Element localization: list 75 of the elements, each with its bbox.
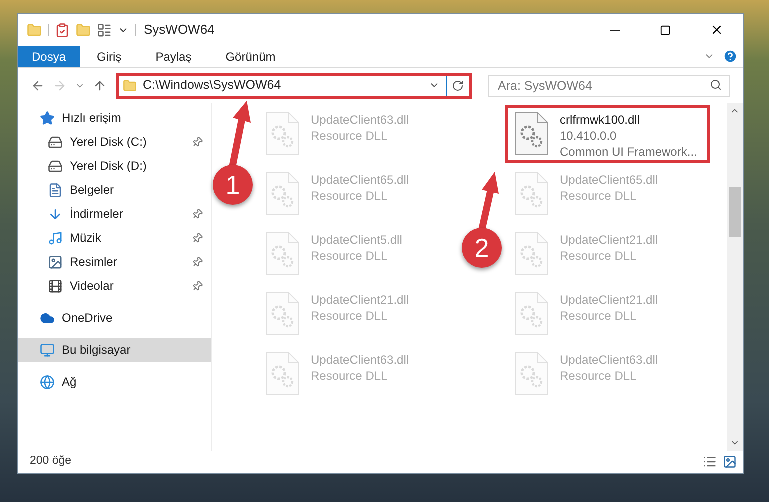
maximize-icon (660, 24, 671, 36)
monitor-icon (40, 342, 55, 358)
file-description: Resource DLL (311, 248, 389, 264)
cloud-icon (40, 310, 55, 326)
window-title: SysWOW64 (144, 21, 215, 40)
properties-icon[interactable] (97, 22, 112, 38)
file-name: UpdateClient21.dll (311, 292, 410, 308)
file-name: UpdateClient5.dll (311, 232, 402, 248)
settings-file-icon (265, 232, 301, 276)
nav-item[interactable]: Videolar (18, 274, 211, 298)
file-description: Resource DLL (311, 188, 389, 204)
music-icon (48, 230, 63, 246)
file-tile[interactable]: crlfrmwk100.dll 10.410.0.0 Common UI Framework... (505, 105, 710, 163)
settings-file-icon (514, 112, 550, 156)
up-icon[interactable] (93, 78, 107, 92)
nav-item[interactable]: Hızlı erişim (18, 106, 211, 130)
nav-item[interactable]: İndirmeler (18, 202, 211, 226)
tiles-view-icon[interactable] (723, 455, 737, 469)
nav-item[interactable]: Belgeler (18, 178, 211, 202)
file-name: UpdateClient21.dll (560, 232, 658, 248)
download-icon (48, 206, 63, 222)
refresh-icon[interactable] (452, 80, 464, 92)
nav-item[interactable]: Resimler (18, 250, 211, 274)
nav-item[interactable]: Yerel Disk (C:) (18, 130, 211, 154)
file-description: Common UI Framework... (560, 144, 698, 160)
film-icon (48, 278, 63, 294)
ribbon-tab[interactable]: Giriş (80, 46, 139, 67)
settings-file-icon (265, 112, 301, 156)
file-name: UpdateClient63.dll (311, 352, 410, 368)
search-icon[interactable] (710, 78, 722, 90)
file-name: UpdateClient21.dll (560, 292, 658, 308)
file-name: UpdateClient65.dll (311, 172, 410, 188)
file-description: Resource DLL (560, 368, 638, 384)
file-description: Resource DLL (560, 308, 638, 324)
file-name: UpdateClient65.dll (560, 172, 658, 188)
file-version: 10.410.0.0 (560, 128, 618, 144)
address-field[interactable]: C:\Windows\SysWOW64 (116, 72, 472, 98)
globe-icon (40, 374, 55, 390)
settings-file-icon (514, 232, 550, 276)
nav-item[interactable]: Yerel Disk (D:) (18, 154, 211, 178)
scrollbar-thumb[interactable] (729, 187, 741, 237)
status-text: 200 öğe (30, 454, 73, 470)
nav-item[interactable]: Bu bilgisayar (18, 338, 211, 362)
search-field[interactable]: Ara: SysWOW64 (488, 74, 730, 96)
ribbon-tab[interactable]: Paylaş (138, 46, 209, 67)
drive-icon (48, 134, 63, 150)
nav-item[interactable]: Ağ (18, 370, 211, 394)
file-description: Resource DLL (560, 248, 638, 264)
file-name: crlfrmwk100.dll (560, 112, 642, 128)
back-icon[interactable] (31, 78, 45, 92)
star-icon (40, 110, 55, 126)
drive-icon (48, 158, 63, 174)
picture-icon (48, 254, 63, 270)
nav-item[interactable]: OneDrive (18, 306, 211, 330)
file-description: Resource DLL (311, 128, 389, 144)
settings-file-icon (265, 292, 301, 336)
checklist-icon[interactable] (55, 22, 70, 38)
scrollbar[interactable] (727, 103, 743, 451)
ribbon-tab[interactable]: Dosya (18, 46, 80, 67)
settings-file-icon (265, 172, 301, 216)
file-description: Resource DLL (311, 368, 389, 384)
document-icon (48, 182, 63, 198)
settings-file-icon (514, 172, 550, 216)
ribbon-tab[interactable]: Görünüm (208, 46, 293, 67)
settings-file-icon (514, 292, 550, 336)
nav-item[interactable]: Müzik (18, 226, 211, 250)
file-description: Resource DLL (311, 308, 389, 324)
file-description: Resource DLL (560, 188, 638, 204)
folder-icon (123, 78, 137, 92)
file-name: UpdateClient63.dll (560, 352, 658, 368)
details-view-icon[interactable] (703, 455, 717, 469)
settings-file-icon (514, 352, 550, 396)
file-name: UpdateClient63.dll (311, 112, 410, 128)
help-icon[interactable] (723, 49, 738, 64)
settings-file-icon (265, 352, 301, 396)
